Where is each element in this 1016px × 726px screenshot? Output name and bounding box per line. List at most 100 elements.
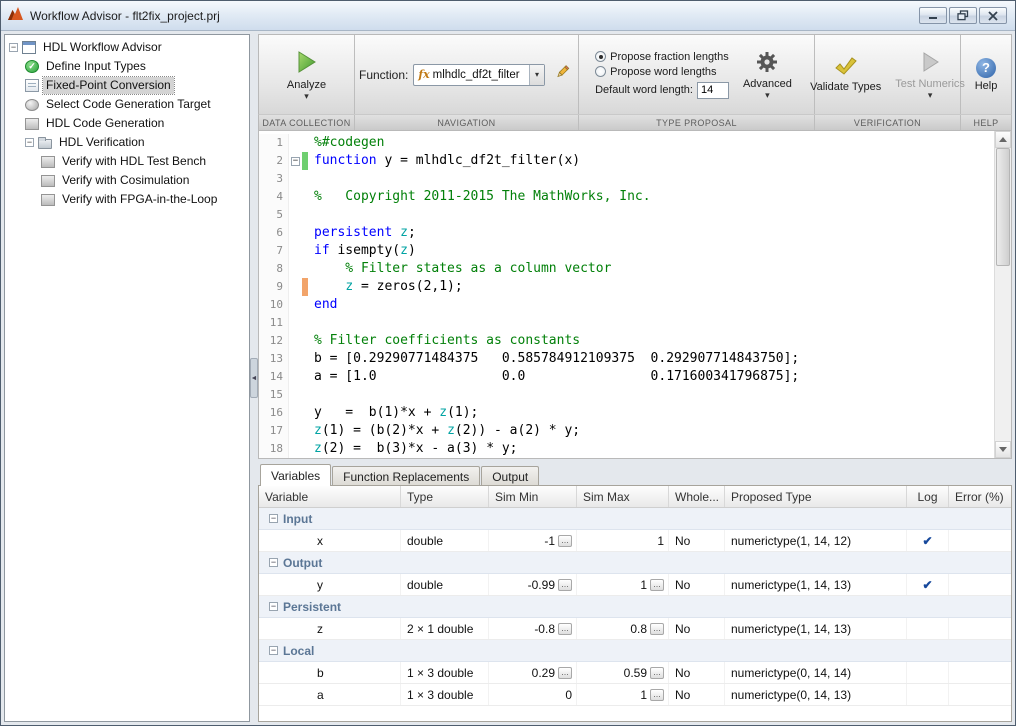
code-text: end bbox=[314, 296, 337, 314]
pencil-icon bbox=[554, 64, 570, 85]
variable-name: z bbox=[259, 618, 401, 639]
sim-max-edit-button[interactable]: … bbox=[650, 667, 664, 679]
group-row-output[interactable]: −Output bbox=[259, 552, 1011, 574]
function-combobox[interactable]: fx mlhdlc_df2t_filter ▾ bbox=[413, 64, 545, 86]
sim-min-edit-button[interactable]: … bbox=[558, 623, 572, 635]
fold-column bbox=[289, 332, 302, 350]
log-checkbox[interactable] bbox=[907, 684, 949, 705]
tree-item-verify-with-cosimulation[interactable]: Verify with Cosimulation bbox=[5, 171, 249, 190]
tab-variables[interactable]: Variables bbox=[260, 464, 331, 486]
code-area[interactable]: 1%#codegen2−function y = mlhdlc_df2t_fil… bbox=[259, 131, 994, 458]
variable-row-a[interactable]: a1 × 3 double01…Nonumerictype(0, 14, 13) bbox=[259, 684, 1011, 706]
tree-item-label: Verify with Cosimulation bbox=[59, 172, 192, 189]
scroll-down-button[interactable] bbox=[995, 441, 1011, 458]
variable-row-x[interactable]: xdouble-1…1Nonumerictype(1, 14, 12)✔ bbox=[259, 530, 1011, 552]
sim-min-edit-button[interactable]: … bbox=[558, 535, 572, 547]
editor-vertical-scrollbar[interactable] bbox=[994, 131, 1011, 458]
function-dropdown-arrow[interactable]: ▾ bbox=[529, 65, 544, 85]
sim-max-edit-button[interactable]: … bbox=[650, 689, 664, 701]
tab-output[interactable]: Output bbox=[481, 466, 539, 486]
code-line-16: 16y = b(1)*x + z(1); bbox=[259, 404, 994, 422]
sim-min-edit-button[interactable]: … bbox=[558, 667, 572, 679]
variables-table: VariableTypeSim MinSim MaxWhole...Propos… bbox=[258, 485, 1012, 722]
column-header-sim-min[interactable]: Sim Min bbox=[489, 486, 577, 507]
function-name: mlhdlc_df2t_filter bbox=[433, 69, 529, 81]
sim-min-edit-button[interactable]: … bbox=[558, 579, 572, 591]
test-numerics-dropdown-arrow[interactable]: ▾ bbox=[928, 92, 933, 99]
column-header-sim-max[interactable]: Sim Max bbox=[577, 486, 669, 507]
sim-max-edit-button[interactable]: … bbox=[650, 579, 664, 591]
line-marker bbox=[302, 134, 308, 152]
line-marker bbox=[302, 170, 308, 188]
tree-expander-icon[interactable]: − bbox=[9, 43, 18, 52]
tree-item-hdl-code-generation[interactable]: HDL Code Generation bbox=[5, 114, 249, 133]
column-header-variable[interactable]: Variable bbox=[259, 486, 401, 507]
sim-max-value: 0.8… bbox=[577, 618, 669, 639]
column-header-whole[interactable]: Whole... bbox=[669, 486, 725, 507]
up-arrow-icon bbox=[999, 137, 1007, 142]
advanced-button[interactable]: Advanced ▾ bbox=[737, 48, 798, 102]
scrollbar-thumb[interactable] bbox=[996, 148, 1010, 266]
analyze-dropdown-arrow[interactable]: ▾ bbox=[304, 93, 309, 100]
column-header-log[interactable]: Log bbox=[907, 486, 949, 507]
tree-item-verify-with-hdl-test-bench[interactable]: Verify with HDL Test Bench bbox=[5, 152, 249, 171]
column-header-error[interactable]: Error (%) bbox=[949, 486, 1011, 507]
tree-item-select-code-generation-target[interactable]: Select Code Generation Target bbox=[5, 95, 249, 114]
restore-button[interactable] bbox=[949, 7, 977, 24]
variable-row-b[interactable]: b1 × 3 double0.29…0.59…Nonumerictype(0, … bbox=[259, 662, 1011, 684]
fold-column bbox=[289, 404, 302, 422]
toolbar-section-navigation: Function: fx mlhdlc_df2t_filter ▾ bbox=[355, 35, 579, 114]
group-row-input[interactable]: −Input bbox=[259, 508, 1011, 530]
line-marker bbox=[302, 206, 308, 224]
variable-row-y[interactable]: ydouble-0.99…1…Nonumerictype(1, 14, 13)✔ bbox=[259, 574, 1011, 596]
scroll-up-button[interactable] bbox=[995, 131, 1011, 148]
group-collapse-icon[interactable]: − bbox=[269, 602, 278, 611]
proposed-type-value: numerictype(1, 14, 13) bbox=[725, 618, 907, 639]
advanced-dropdown-arrow[interactable]: ▾ bbox=[765, 92, 770, 99]
column-header-proposed-type[interactable]: Proposed Type bbox=[725, 486, 907, 507]
whole-number-value: No bbox=[669, 618, 725, 639]
scrollbar-track[interactable] bbox=[995, 148, 1011, 441]
tree-item-fixed-point-conversion[interactable]: Fixed-Point Conversion bbox=[5, 76, 249, 95]
default-word-length-input[interactable] bbox=[697, 82, 729, 99]
type-proposal-options: Propose fraction lengths Propose word le… bbox=[595, 51, 729, 99]
code-text: % Copyright 2011-2015 The MathWorks, Inc… bbox=[314, 188, 651, 206]
code-fold-toggle[interactable]: − bbox=[291, 157, 300, 166]
group-collapse-icon[interactable]: − bbox=[269, 514, 278, 523]
code-text: %#codegen bbox=[314, 134, 384, 152]
sim-min-value: 0.29… bbox=[489, 662, 577, 683]
log-checkbox[interactable]: ✔ bbox=[907, 530, 949, 551]
group-row-local[interactable]: −Local bbox=[259, 640, 1011, 662]
sim-max-edit-button[interactable]: … bbox=[650, 623, 664, 635]
validate-types-button[interactable]: Validate Types bbox=[804, 53, 887, 96]
log-checkbox[interactable] bbox=[907, 662, 949, 683]
log-checkbox[interactable] bbox=[907, 618, 949, 639]
toolbar-group-label-data-collection: DATA COLLECTION bbox=[259, 115, 355, 130]
group-collapse-icon[interactable]: − bbox=[269, 558, 278, 567]
panel-splitter[interactable]: ◄ bbox=[250, 34, 258, 722]
group-collapse-icon[interactable]: − bbox=[269, 646, 278, 655]
tree-item-verify-with-fpga-in-the-loop[interactable]: Verify with FPGA-in-the-Loop bbox=[5, 190, 249, 209]
tree-item-hdl-workflow-advisor[interactable]: −HDL Workflow Advisor bbox=[5, 38, 249, 57]
propose-fraction-radio[interactable]: Propose fraction lengths bbox=[595, 51, 729, 63]
help-button[interactable]: ? Help bbox=[969, 55, 1004, 95]
minimize-button[interactable] bbox=[919, 7, 947, 24]
close-button[interactable] bbox=[979, 7, 1007, 24]
tree-item-label: Verify with HDL Test Bench bbox=[59, 153, 209, 170]
variable-row-z[interactable]: z2 × 1 double-0.8…0.8…Nonumerictype(1, 1… bbox=[259, 618, 1011, 640]
test-numerics-button[interactable]: Test Numerics ▾ bbox=[889, 48, 971, 102]
log-checkbox[interactable]: ✔ bbox=[907, 574, 949, 595]
tree-item-hdl-verification[interactable]: −HDL Verification bbox=[5, 133, 249, 152]
edit-function-button[interactable] bbox=[550, 63, 574, 87]
titlebar[interactable]: Workflow Advisor - flt2fix_project.prj bbox=[1, 1, 1015, 31]
column-header-type[interactable]: Type bbox=[401, 486, 489, 507]
tree-expander-icon[interactable]: − bbox=[25, 138, 34, 147]
propose-word-radio[interactable]: Propose word lengths bbox=[595, 66, 729, 78]
tab-function-replacements[interactable]: Function Replacements bbox=[332, 466, 480, 486]
variable-type: 2 × 1 double bbox=[401, 618, 489, 639]
line-number: 8 bbox=[259, 260, 289, 278]
group-row-persistent[interactable]: −Persistent bbox=[259, 596, 1011, 618]
tree-item-define-input-types[interactable]: Define Input Types bbox=[5, 57, 249, 76]
analyze-button[interactable]: Analyze ▾ bbox=[281, 47, 332, 103]
code-text: function y = mlhdlc_df2t_filter(x) bbox=[314, 152, 580, 170]
